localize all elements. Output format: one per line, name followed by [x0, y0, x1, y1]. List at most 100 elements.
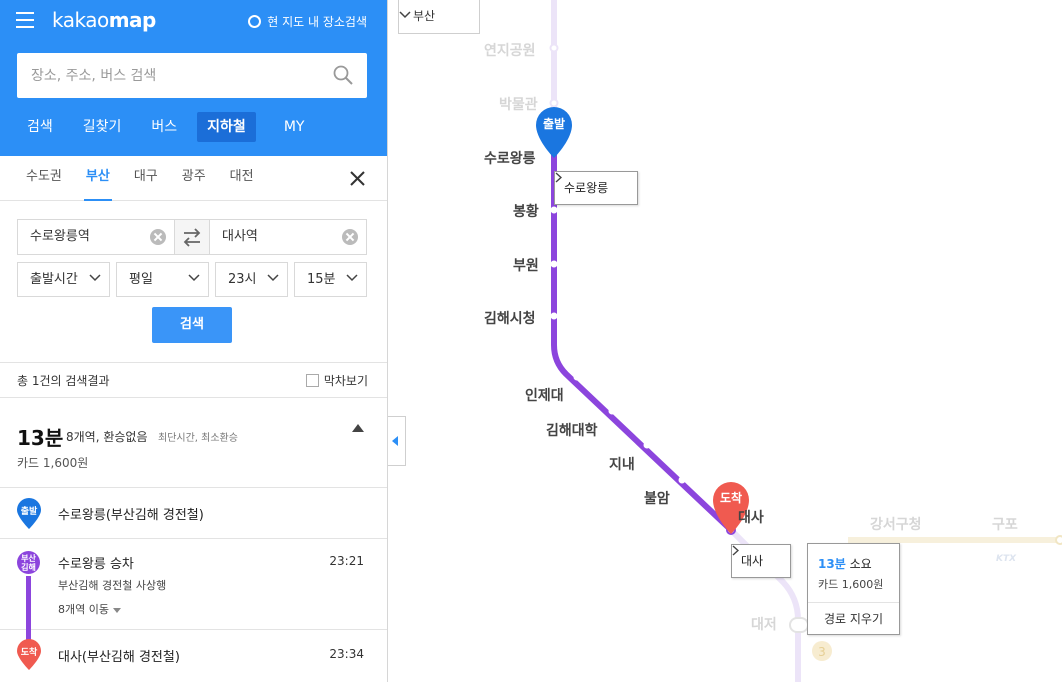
- logo-light-text: kakao: [52, 8, 109, 32]
- in-map-search-label: 현 지도 내 장소검색: [267, 15, 367, 29]
- map-region-select[interactable]: 부산: [398, 0, 480, 34]
- station-dot-jinae[interactable]: [643, 441, 651, 449]
- station-label-buwon[interactable]: 부원: [513, 255, 539, 275]
- top-tabs: 검색 길찾기 버스 지하철 MY: [17, 112, 314, 142]
- station-dot-bonghwang[interactable]: [550, 206, 558, 214]
- faded-station-dot: [549, 98, 559, 108]
- clear-route-button[interactable]: 경로 지우기: [808, 602, 899, 635]
- depart-pin-icon: 출발: [17, 498, 41, 529]
- arrive-time: 23:34: [329, 647, 364, 661]
- radio-ring-icon: [248, 15, 262, 28]
- station-label-daejeo[interactable]: 대저: [751, 614, 777, 634]
- destination-station-value: 대사역: [222, 229, 258, 244]
- station-label-museum[interactable]: 박물관: [499, 94, 538, 114]
- result-summary-bar: 총 1건의 검색결과 막차보기: [0, 362, 387, 398]
- station-label-bonghwang[interactable]: 봉황: [513, 201, 539, 221]
- line-badge-top: 부산: [21, 554, 36, 563]
- chevron-right-icon: [555, 172, 562, 183]
- step-ride[interactable]: 부산 김해 수로왕릉 승차 23:21 부산김해 경전철 사상행 8개역 이동: [0, 539, 387, 630]
- start-callout-label: 수로왕릉: [564, 181, 609, 195]
- arrive-pin-icon: 도착: [17, 639, 41, 670]
- panel-collapse-toggle[interactable]: [388, 416, 406, 466]
- time-type-value: 출발시간: [30, 272, 78, 287]
- stops-count: 8개역 이동: [58, 603, 109, 616]
- station-label-gimhae-city-hall[interactable]: 김해시청: [484, 308, 536, 328]
- station-label-gimhae-college[interactable]: 김해대학: [546, 420, 598, 440]
- station-dot-inje-univ[interactable]: [573, 373, 581, 381]
- tab-my[interactable]: MY: [274, 112, 315, 142]
- station-label-inje-univ[interactable]: 인제대: [525, 385, 564, 405]
- clear-origin-icon[interactable]: [150, 229, 166, 245]
- chevron-down-icon: [188, 274, 200, 282]
- route-search-button[interactable]: 검색: [152, 307, 232, 343]
- station-label-gupo[interactable]: 구포: [992, 514, 1018, 534]
- depart-pin-text: 출발: [21, 505, 38, 517]
- top-bar: kakaomap 현 지도 내 장소검색 검색 길찾기 버스 지하철 MY: [0, 0, 387, 156]
- route-tags: 최단시간, 최소환승: [158, 433, 238, 444]
- end-station-callout[interactable]: 대사: [731, 544, 791, 578]
- board-time: 23:21: [329, 554, 364, 568]
- chevron-down-icon: [89, 274, 101, 282]
- station-label-suro-tomb[interactable]: 수로왕릉: [484, 148, 536, 168]
- tab-directions[interactable]: 길찾기: [73, 112, 132, 142]
- tab-subway[interactable]: 지하철: [197, 112, 256, 142]
- depart-station: 수로왕릉(부산김해 경전철): [58, 508, 204, 523]
- stops-toggle[interactable]: 8개역 이동: [58, 601, 121, 617]
- subway-map[interactable]: 3 KTX 출발 도착 부산 연지공원 박물관 수로왕릉 봉황 부원 김해시청 …: [388, 0, 1062, 682]
- ktx-label: KTX: [996, 554, 1017, 564]
- station-label-jinae[interactable]: 지내: [609, 454, 635, 474]
- start-pin-icon[interactable]: [536, 107, 572, 158]
- station-label-daesa[interactable]: 대사: [738, 507, 764, 527]
- chevron-right-icon: [732, 545, 739, 556]
- hamburger-menu-icon[interactable]: [16, 12, 34, 28]
- station-label-yeonji-park[interactable]: 연지공원: [484, 40, 536, 60]
- swap-arrows-icon: [183, 228, 201, 247]
- region-tab-daegu[interactable]: 대구: [122, 156, 170, 201]
- last-train-checkbox[interactable]: [305, 374, 319, 387]
- kakaomap-logo[interactable]: kakaomap: [52, 8, 156, 32]
- collapse-up-icon[interactable]: [352, 424, 364, 432]
- line-badge-bottom: 김해: [21, 563, 36, 572]
- origin-station-value: 수로왕릉역: [30, 229, 90, 244]
- start-station-callout[interactable]: 수로왕릉: [554, 171, 638, 205]
- close-icon[interactable]: [350, 171, 365, 186]
- station-dot-buwon[interactable]: [550, 260, 558, 268]
- last-train-toggle[interactable]: 막차보기: [305, 372, 368, 389]
- step-depart[interactable]: 출발 수로왕릉(부산김해 경전철): [0, 488, 387, 539]
- station-dot-gimhae-city-hall[interactable]: [550, 312, 558, 320]
- logo-bold-text: map: [108, 8, 157, 32]
- swap-stations-button[interactable]: [175, 219, 209, 255]
- destination-station-input[interactable]: 대사역: [209, 219, 367, 255]
- route-info-popup: 13분 소요 카드 1,600원 경로 지우기: [807, 543, 900, 635]
- last-train-label: 막차보기: [323, 374, 368, 388]
- station-dot-buram[interactable]: [678, 476, 686, 484]
- region-tab-capital[interactable]: 수도권: [14, 156, 74, 201]
- route-fare: 카드 1,600원: [17, 456, 89, 470]
- origin-station-input[interactable]: 수로왕릉역: [17, 219, 175, 255]
- in-map-search-toggle[interactable]: 현 지도 내 장소검색: [248, 13, 367, 30]
- station-label-gangseo-office[interactable]: 강서구청: [870, 514, 922, 534]
- tab-bus[interactable]: 버스: [141, 112, 187, 142]
- clear-destination-icon[interactable]: [342, 229, 358, 245]
- station-dot-gimhae-college[interactable]: [608, 407, 616, 415]
- faded-station-dot: [549, 43, 559, 53]
- route-result-card[interactable]: 13분 8개역, 환승없음 최단시간, 최소환승 카드 1,600원: [0, 398, 387, 488]
- search-input[interactable]: [17, 53, 317, 98]
- region-tab-busan[interactable]: 부산: [74, 156, 122, 201]
- time-type-select[interactable]: 출발시간: [17, 262, 110, 297]
- minute-select[interactable]: 15분: [294, 262, 367, 297]
- station-label-buram[interactable]: 불암: [644, 488, 670, 508]
- day-type-select[interactable]: 평일: [116, 262, 209, 297]
- hour-select[interactable]: 23시: [215, 262, 288, 297]
- end-pin-text: 도착: [720, 490, 742, 505]
- faded-transfer-dot: [789, 617, 809, 633]
- tab-search[interactable]: 검색: [17, 112, 63, 142]
- search-icon[interactable]: [333, 65, 353, 85]
- chevron-down-icon: [346, 274, 358, 282]
- search-box: [17, 53, 367, 98]
- line-badge: 부산 김해: [17, 551, 40, 574]
- region-tab-daejeon[interactable]: 대전: [218, 156, 266, 201]
- step-arrive[interactable]: 도착 대사(부산김해 경전철) 23:34: [0, 630, 387, 682]
- popup-duration-value: 13분: [818, 557, 846, 571]
- region-tab-gwangju[interactable]: 광주: [170, 156, 218, 201]
